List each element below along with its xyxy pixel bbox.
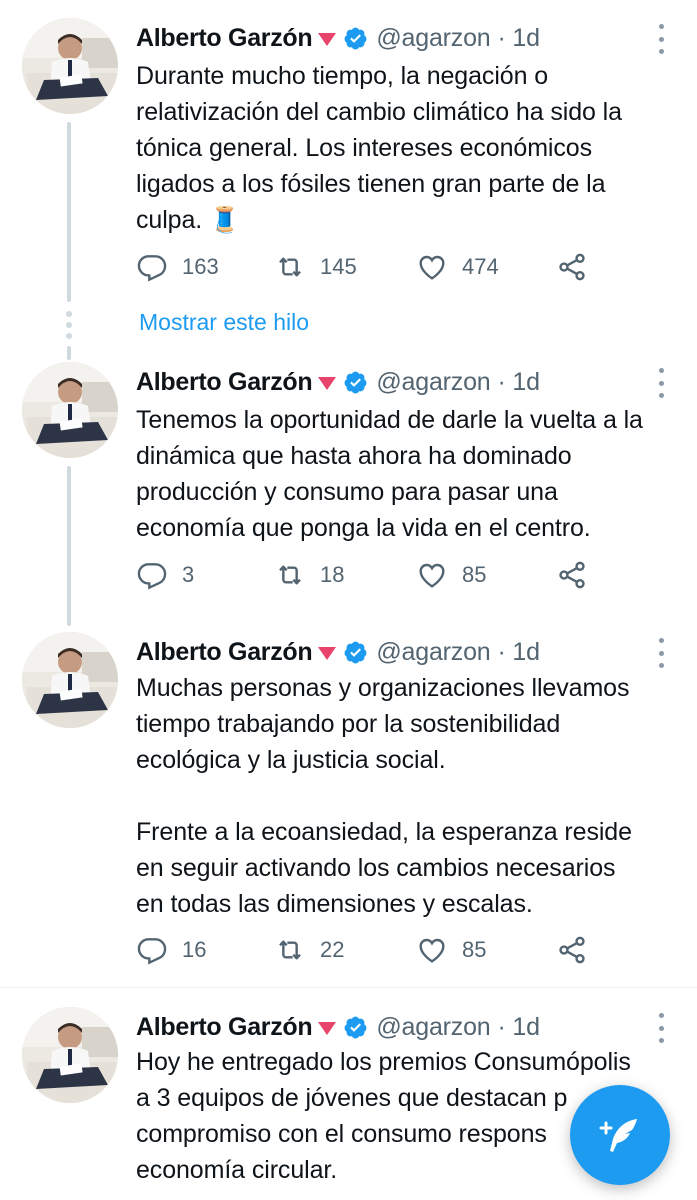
thread-line (67, 346, 71, 360)
author-handle[interactable]: @agarzon (376, 1013, 490, 1042)
heart-icon (419, 938, 445, 963)
share-button[interactable] (556, 555, 602, 595)
party-badge-icon (318, 376, 337, 390)
thread-line (67, 122, 71, 302)
reply-icon (137, 255, 167, 282)
party-badge-icon (318, 32, 337, 46)
like-count: 85 (462, 562, 487, 587)
tweet-header: Alberto Garzón @agarzon · 1d (136, 362, 540, 402)
avatar[interactable] (22, 632, 118, 728)
retweet-button[interactable]: 18 (274, 555, 344, 595)
verified-badge-icon (344, 371, 367, 393)
thread-dots (66, 311, 72, 344)
tweet-text: Durante mucho tiempo, la negación o rela… (136, 62, 622, 234)
reply-icon (137, 563, 167, 590)
verified-badge-icon (344, 641, 367, 663)
retweet-icon (279, 565, 301, 585)
retweet-count: 18 (320, 562, 345, 587)
author-handle[interactable]: @agarzon (376, 638, 490, 667)
reply-count: 3 (182, 562, 195, 587)
thread-line (67, 466, 71, 626)
author-name[interactable]: Alberto Garzón (136, 638, 313, 667)
author-name[interactable]: Alberto Garzón (136, 24, 313, 53)
tweet[interactable]: Alberto Garzón @agarzon · 1d Durante muc… (0, 18, 697, 308)
reply-count: 163 (182, 254, 219, 279)
heart-icon (419, 563, 445, 588)
tweet-header: Alberto Garzón @agarzon · 1d (136, 18, 540, 58)
tweet-header: Alberto Garzón @agarzon · 1d (136, 1007, 540, 1047)
party-badge-icon (318, 646, 337, 660)
share-button[interactable] (556, 247, 602, 287)
share-button[interactable] (556, 930, 602, 970)
timestamp[interactable]: · 1d (498, 1013, 540, 1042)
reply-count: 16 (182, 937, 207, 962)
reply-button[interactable]: 163 (136, 247, 219, 287)
reply-button[interactable]: 16 (136, 930, 206, 970)
timestamp[interactable]: · 1d (498, 638, 540, 667)
retweet-button[interactable]: 145 (274, 247, 357, 287)
retweet-count: 22 (320, 937, 345, 962)
tweet-actions: 3 18 85 (136, 555, 606, 595)
like-button[interactable]: 85 (416, 930, 486, 970)
like-button[interactable]: 85 (416, 555, 486, 595)
avatar[interactable] (22, 362, 118, 458)
tweet-actions: 16 22 85 (136, 930, 606, 970)
heart-icon (419, 255, 445, 280)
share-icon (559, 253, 585, 281)
party-badge-icon (318, 1021, 337, 1035)
avatar[interactable] (22, 18, 118, 114)
retweet-icon (279, 257, 301, 277)
tweet[interactable]: Alberto Garzón @agarzon · 1d Muchas pers… (0, 632, 697, 972)
timestamp[interactable]: · 1d (498, 368, 540, 397)
divider (0, 987, 697, 988)
like-button[interactable]: 474 (416, 247, 499, 287)
like-count: 474 (462, 254, 499, 279)
compose-tweet-icon (599, 1119, 637, 1152)
tweet-actions: 163 145 474 (136, 247, 606, 287)
avatar[interactable] (22, 1007, 118, 1103)
compose-tweet-button[interactable] (570, 1085, 670, 1185)
more-icon[interactable] (652, 638, 670, 668)
like-count: 85 (462, 937, 487, 962)
reply-icon (137, 938, 167, 965)
tweet-text: Muchas personas y organizaciones llevamo… (136, 674, 632, 918)
more-icon[interactable] (652, 368, 670, 398)
author-handle[interactable]: @agarzon (376, 24, 490, 53)
tweet-header: Alberto Garzón @agarzon · 1d (136, 632, 540, 672)
retweet-icon (279, 940, 301, 960)
verified-badge-icon (344, 27, 367, 49)
show-thread-link[interactable]: Mostrar este hilo (139, 309, 309, 336)
share-icon (559, 936, 585, 964)
author-name[interactable]: Alberto Garzón (136, 368, 313, 397)
author-handle[interactable]: @agarzon (376, 368, 490, 397)
tweet[interactable]: Alberto Garzón @agarzon · 1d Tenemos la … (0, 346, 697, 626)
share-icon (559, 561, 585, 589)
verified-badge-icon (344, 1016, 367, 1038)
more-icon[interactable] (652, 24, 670, 54)
more-icon[interactable] (652, 1013, 670, 1043)
retweet-button[interactable]: 22 (274, 930, 344, 970)
retweet-count: 145 (320, 254, 357, 279)
tweet-text: Tenemos la oportunidad de darle la vuelt… (136, 406, 643, 542)
timestamp[interactable]: · 1d (498, 24, 540, 53)
author-name[interactable]: Alberto Garzón (136, 1013, 313, 1042)
reply-button[interactable]: 3 (136, 555, 194, 595)
